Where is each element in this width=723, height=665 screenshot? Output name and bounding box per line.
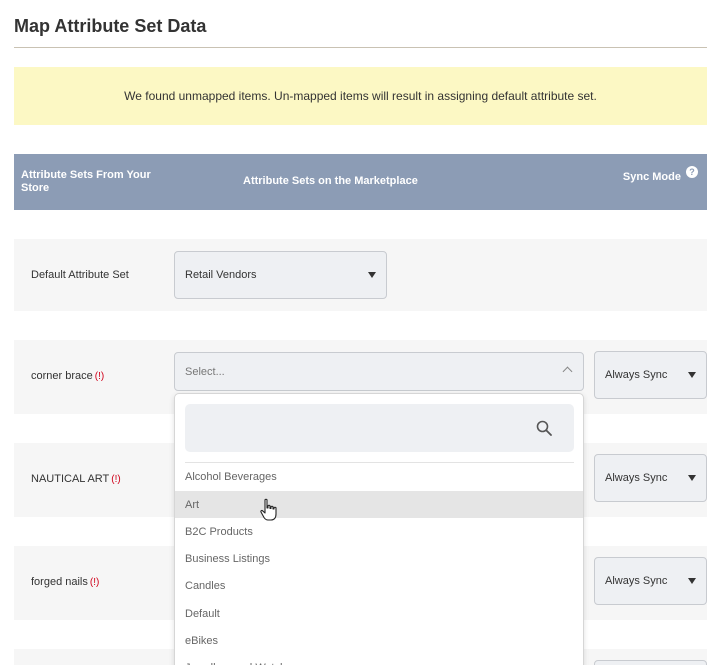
dropdown-option[interactable]: eBikes [175, 627, 583, 654]
dropdown-option[interactable]: Candles [175, 572, 583, 599]
row-label: NAUTICAL ART (!) [31, 473, 121, 485]
row-label: corner brace (!) [31, 370, 105, 382]
sync-mode-select[interactable]: Always Sync [594, 454, 707, 502]
dropdown-option[interactable]: Alcohol Beverages [175, 463, 583, 490]
dropdown-option[interactable]: Business Listings [175, 545, 583, 572]
select-placeholder: Select... [185, 365, 225, 378]
header-sync-mode: Sync Mode [622, 171, 681, 183]
dropdown-option-hovered[interactable]: Art [175, 491, 583, 518]
dropdown-option[interactable]: Default [175, 600, 583, 627]
error-marker: (!) [94, 371, 105, 382]
title-divider [14, 47, 707, 48]
page-title: Map Attribute Set Data [14, 16, 207, 36]
sync-mode-value: Always Sync [605, 472, 668, 484]
sync-mode-value: Always Sync [605, 369, 668, 381]
header-store-sets: Attribute Sets From Your Store [21, 169, 151, 194]
table-header: Attribute Sets From Your Store Attribute… [14, 154, 707, 210]
caret-down-icon [368, 272, 376, 278]
error-marker: (!) [111, 474, 121, 485]
error-marker: (!) [89, 577, 100, 588]
caret-down-icon [688, 578, 696, 584]
question-circle-icon[interactable]: ? [686, 166, 698, 178]
marketplace-select-open[interactable]: Select... [174, 352, 584, 391]
dropdown-option[interactable]: B2C Products [175, 518, 583, 545]
row-label: forged nails (!) [31, 576, 100, 588]
sync-mode-select[interactable] [594, 660, 707, 665]
caret-down-icon [688, 475, 696, 481]
header-marketplace-sets: Attribute Sets on the Marketplace [243, 175, 418, 187]
sync-mode-select[interactable]: Always Sync [594, 351, 707, 399]
dropdown-option[interactable]: Jewellery and Watches [175, 654, 583, 665]
marketplace-select[interactable]: Retail Vendors [174, 251, 387, 299]
dropdown-search-input[interactable] [185, 404, 574, 452]
caret-down-icon [688, 372, 696, 378]
unmapped-notice: We found unmapped items. Un-mapped items… [14, 67, 707, 125]
notice-text: We found unmapped items. Un-mapped items… [124, 89, 597, 103]
row-label: Default Attribute Set [31, 269, 129, 281]
magnifier-icon [536, 420, 552, 436]
marketplace-dropdown: Alcohol Beverages Art B2C Products Busin… [174, 393, 584, 665]
sync-mode-select[interactable]: Always Sync [594, 557, 707, 605]
select-value: Retail Vendors [185, 269, 257, 281]
chevron-up-icon [562, 366, 573, 377]
sync-mode-value: Always Sync [605, 575, 668, 587]
hand-pointer-icon [260, 498, 277, 521]
